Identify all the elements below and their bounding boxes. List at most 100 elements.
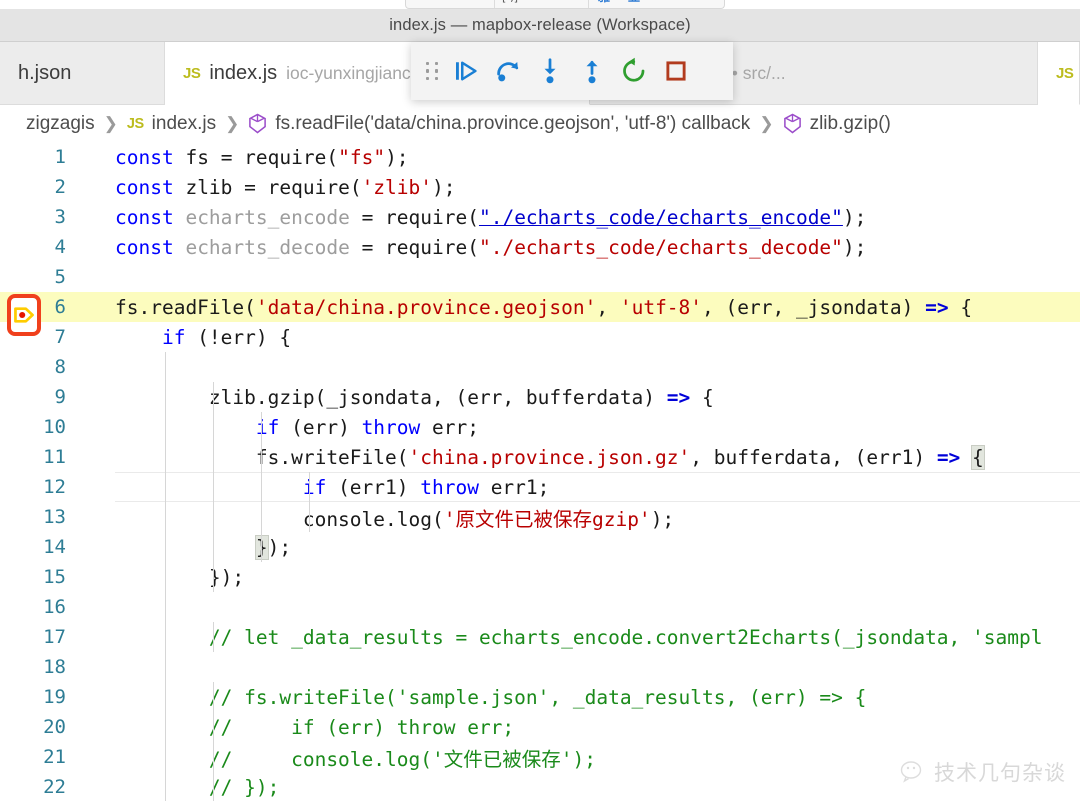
breadcrumb-item-zlib-gzip[interactable]: zlib.gzip() xyxy=(810,113,891,135)
code-line[interactable]: 20 // if (err) throw err; xyxy=(0,712,1080,742)
ime-candidate-1[interactable]: 雅 xyxy=(598,0,610,3)
code-text[interactable]: const echarts_encode = require("./echart… xyxy=(88,206,1080,229)
code-text[interactable]: if (err1) throw err1; xyxy=(88,476,1080,499)
step-over-button[interactable] xyxy=(487,49,529,93)
code-token: const xyxy=(115,175,186,199)
step-out-button[interactable] xyxy=(571,49,613,93)
gutter-breakpoint-slot[interactable] xyxy=(0,712,48,742)
code-line[interactable]: 13 console.log('原文件已被保存gzip'); xyxy=(0,502,1080,532)
gutter-breakpoint-slot[interactable] xyxy=(0,442,48,472)
code-line[interactable]: 12 if (err1) throw err1; xyxy=(0,472,1080,502)
debug-toolbar[interactable] xyxy=(411,42,733,100)
code-text[interactable]: fs.readFile('data/china.province.geojson… xyxy=(88,296,1080,319)
code-text[interactable]: const zlib = require('zlib'); xyxy=(88,176,1080,199)
code-line[interactable]: 16 xyxy=(0,592,1080,622)
step-into-button[interactable] xyxy=(529,49,571,93)
gutter-breakpoint-slot[interactable] xyxy=(0,142,48,172)
code-text[interactable]: // if (err) throw err; xyxy=(88,716,1080,739)
code-token: throw xyxy=(361,415,421,439)
code-line[interactable]: 21 // console.log('文件已被保存'); xyxy=(0,742,1080,772)
code-line[interactable]: 18 xyxy=(0,652,1080,682)
ime-candidate-2[interactable]: 亚 xyxy=(628,0,640,3)
code-line[interactable]: 4 const echarts_decode = require("./echar… xyxy=(0,232,1080,262)
ime-candidate-strip[interactable]: [-,] 雅 亚 xyxy=(405,0,725,9)
code-text[interactable]: }); xyxy=(88,534,1080,560)
gutter-breakpoint-slot[interactable] xyxy=(0,352,48,382)
code-text[interactable]: // fs.writeFile('sample.json', _data_res… xyxy=(88,686,1080,709)
code-token: throw xyxy=(420,475,479,499)
code-line[interactable]: 9 zlib.gzip(_jsondata, (err, bufferdata)… xyxy=(0,382,1080,412)
code-line[interactable]: 14 }); xyxy=(0,532,1080,562)
gutter-breakpoint-slot[interactable] xyxy=(0,502,48,532)
restart-button[interactable] xyxy=(613,49,655,93)
breadcrumb-item-readfile-callback[interactable]: fs.readFile('data/china.province.geojson… xyxy=(275,113,750,135)
code-text[interactable]: fs.writeFile('china.province.json.gz', b… xyxy=(88,444,1080,470)
gutter-breakpoint-slot[interactable] xyxy=(0,562,48,592)
tab-right-js[interactable]: JS xyxy=(1038,42,1080,105)
code-token: { xyxy=(690,385,714,409)
code-line[interactable]: 15 }); xyxy=(0,562,1080,592)
code-token: = xyxy=(220,145,245,169)
code-token: fs.readFile( xyxy=(115,295,256,319)
gutter-breakpoint-slot[interactable] xyxy=(0,382,48,412)
breadcrumb-item-zigzagis[interactable]: zigzagis xyxy=(26,113,95,135)
code-token: => xyxy=(666,385,691,409)
tab-launch-json[interactable]: h.json xyxy=(0,42,165,105)
code-line[interactable]: 2 const zlib = require('zlib'); xyxy=(0,172,1080,202)
code-text[interactable]: zlib.gzip(_jsondata, (err, bufferdata) =… xyxy=(88,386,1080,409)
code-line[interactable]: 17 // let _data_results = echarts_encode… xyxy=(0,622,1080,652)
indent-guide xyxy=(165,772,166,801)
code-text[interactable]: const echarts_decode = require("./echart… xyxy=(88,236,1080,259)
gutter-breakpoint-slot[interactable] xyxy=(0,412,48,442)
gutter-breakpoint-slot[interactable] xyxy=(0,742,48,772)
indent-guide xyxy=(213,382,214,412)
code-text[interactable]: // console.log('文件已被保存'); xyxy=(88,743,1080,772)
code-text[interactable]: const fs = require("fs"); xyxy=(88,146,1080,169)
gutter-breakpoint-slot[interactable] xyxy=(0,652,48,682)
code-line[interactable]: 1 const fs = require("fs"); xyxy=(0,142,1080,172)
indent-guide xyxy=(213,742,214,772)
gutter-breakpoint-slot[interactable] xyxy=(0,172,48,202)
gutter-breakpoint-slot[interactable] xyxy=(0,202,48,232)
code-line[interactable]: 6 fs.readFile('data/china.province.geojso… xyxy=(0,292,1080,322)
js-file-icon-right: JS xyxy=(1056,64,1074,82)
code-token: ); xyxy=(432,175,456,199)
code-line[interactable]: 3 const echarts_encode = require("./echar… xyxy=(0,202,1080,232)
code-token: // console.log('文件已被保存'); xyxy=(115,747,596,771)
code-text[interactable]: }); xyxy=(88,566,1080,589)
gutter-breakpoint-slot[interactable] xyxy=(0,532,48,562)
code-text[interactable]: if (err) throw err; xyxy=(88,416,1080,439)
drag-handle-icon[interactable] xyxy=(419,49,445,93)
code-text[interactable]: if (!err) { xyxy=(88,326,1080,349)
code-text[interactable]: // let _data_results = echarts_encode.co… xyxy=(88,626,1080,649)
stop-button[interactable] xyxy=(655,49,697,93)
code-editor[interactable]: 1 const fs = require("fs"); 2 const zlib = … xyxy=(0,142,1080,801)
code-line[interactable]: 7 if (!err) { xyxy=(0,322,1080,352)
gutter-breakpoint-slot[interactable] xyxy=(0,772,48,801)
gutter-breakpoint-slot[interactable] xyxy=(0,592,48,622)
continue-button[interactable] xyxy=(445,49,487,93)
ime-candidate-left[interactable]: [-,] xyxy=(502,0,518,3)
code-line[interactable]: 19 // fs.writeFile('sample.json', _data_… xyxy=(0,682,1080,712)
breadcrumb-item-index-js[interactable]: index.js xyxy=(152,113,216,135)
indent-guide xyxy=(165,412,166,442)
code-text[interactable]: console.log('原文件已被保存gzip'); xyxy=(88,503,1080,532)
breakpoint-marker[interactable] xyxy=(7,294,41,336)
code-line[interactable]: 5 xyxy=(0,262,1080,292)
code-text[interactable]: // }); xyxy=(88,776,1080,799)
code-token: const xyxy=(115,235,186,259)
code-line[interactable]: 22 // }); xyxy=(0,772,1080,801)
gutter-breakpoint-slot[interactable] xyxy=(0,232,48,262)
gutter-breakpoint-slot[interactable] xyxy=(0,682,48,712)
breadcrumb-separator-icon-2: ❯ xyxy=(225,113,240,133)
gutter-breakpoint-slot[interactable] xyxy=(0,472,48,502)
stop-icon xyxy=(666,61,686,81)
gutter-breakpoint-slot[interactable] xyxy=(0,622,48,652)
gutter-breakpoint-slot[interactable] xyxy=(0,262,48,292)
code-line[interactable]: 11 fs.writeFile('china.province.json.gz'… xyxy=(0,442,1080,472)
code-line[interactable]: 8 xyxy=(0,352,1080,382)
js-file-icon-breadcrumb: JS xyxy=(126,115,144,132)
code-token: require( xyxy=(385,235,479,259)
code-line[interactable]: 10 if (err) throw err; xyxy=(0,412,1080,442)
step-out-icon xyxy=(586,60,598,84)
